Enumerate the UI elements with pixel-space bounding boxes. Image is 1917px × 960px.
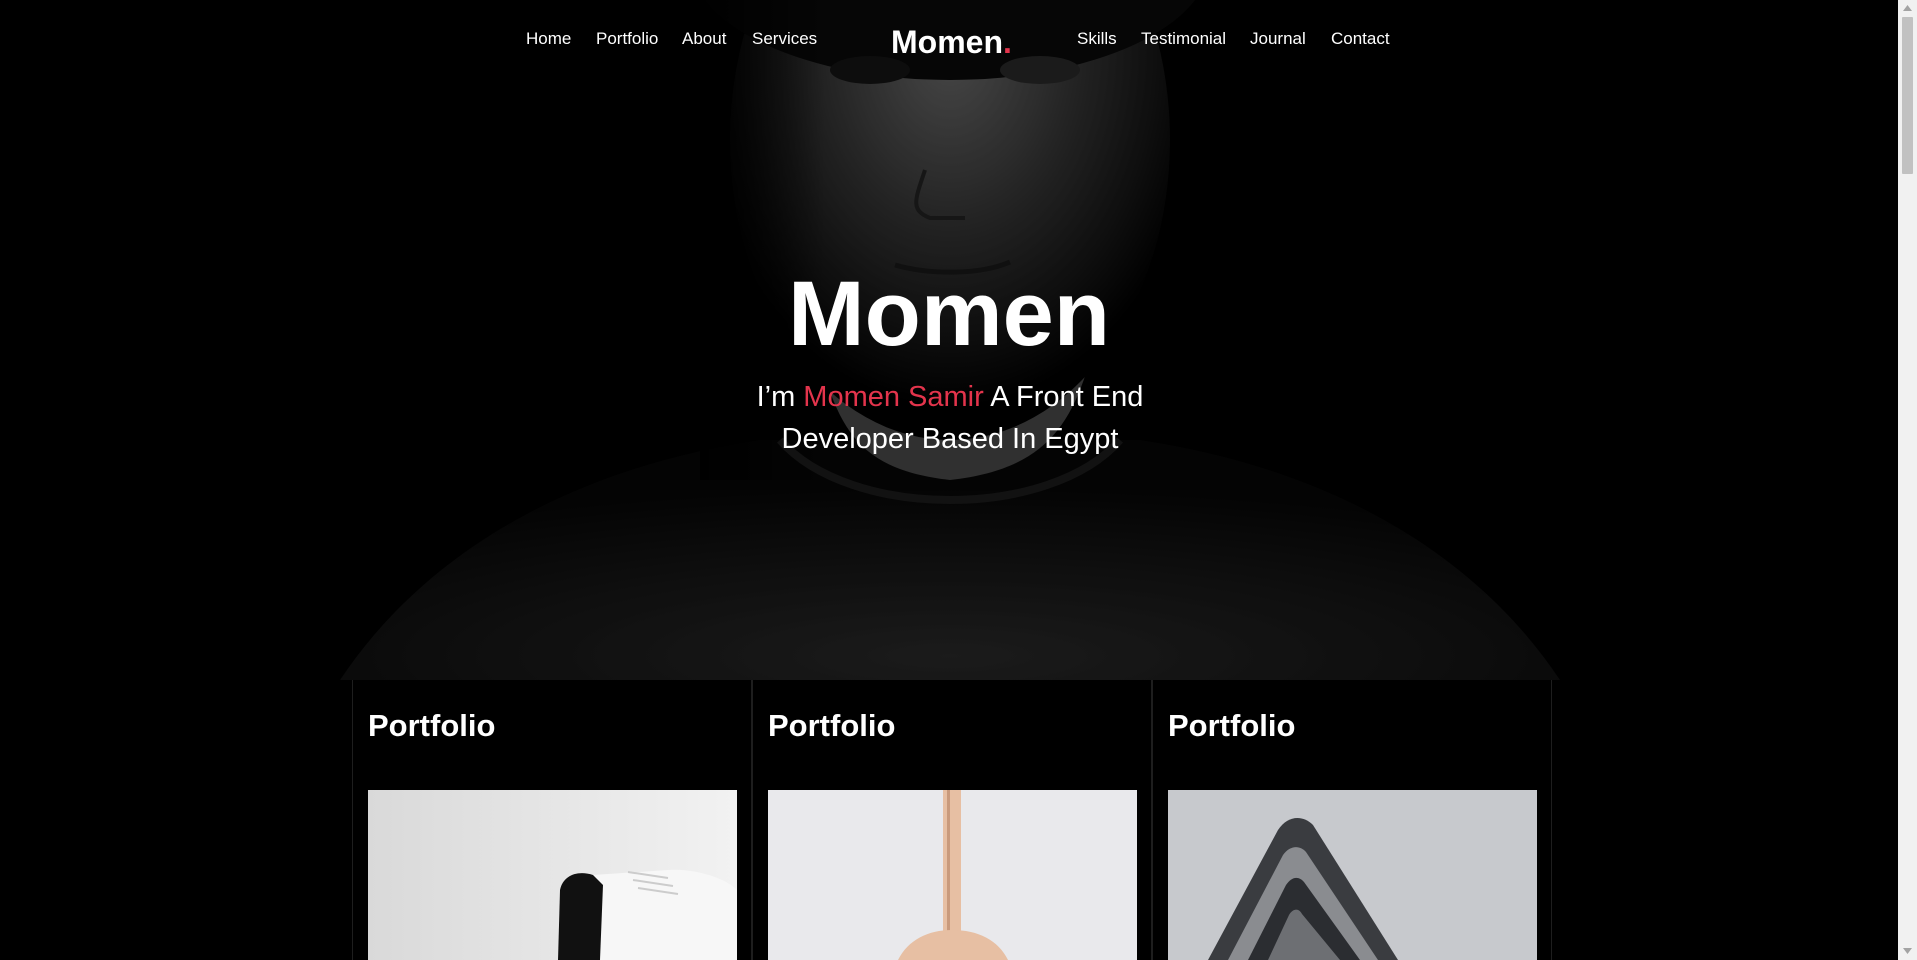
nav-link-about[interactable]: About — [682, 29, 726, 49]
nav-link-portfolio[interactable]: Portfolio — [596, 29, 658, 49]
nav-link-services[interactable]: Services — [752, 29, 817, 49]
nav-link-journal[interactable]: Journal — [1250, 29, 1306, 49]
sneaker-image[interactable] — [368, 790, 737, 960]
subtitle-name-highlight: Momen Samir — [803, 381, 984, 413]
nav-link-contact[interactable]: Contact — [1331, 29, 1390, 49]
hero-subtitle: I’m Momen Samir A Front End Developer Ba… — [740, 376, 1160, 460]
scroll-up-arrow-icon[interactable] — [1898, 0, 1917, 17]
scrollbar-thumb[interactable] — [1902, 17, 1913, 174]
portfolio-card[interactable]: Portfolio — [752, 680, 1152, 960]
card-title: Portfolio — [768, 708, 896, 743]
bag-image[interactable] — [768, 790, 1137, 960]
subtitle-prefix: I’m — [756, 381, 804, 413]
portfolio-card[interactable]: Portfolio — [352, 680, 752, 960]
card-title: Portfolio — [1168, 708, 1296, 743]
nav-link-skills[interactable]: Skills — [1077, 29, 1117, 49]
building-image[interactable] — [1168, 790, 1537, 960]
page-scrollbar[interactable] — [1898, 0, 1917, 960]
main-nav: Home Portfolio About Services Momen. Ski… — [0, 0, 1898, 80]
nav-link-home[interactable]: Home — [526, 29, 571, 49]
portfolio-card[interactable]: Portfolio — [1152, 680, 1552, 960]
site-logo[interactable]: Momen. — [891, 22, 1012, 62]
logo-dot: . — [1003, 24, 1012, 60]
hero-title: Momen — [788, 263, 1110, 365]
card-title: Portfolio — [368, 708, 496, 743]
scroll-down-arrow-icon[interactable] — [1898, 943, 1917, 960]
portfolio-cards: Portfolio Portfolio Portfolio — [352, 680, 1552, 960]
hero-section: Home Portfolio About Services Momen. Ski… — [0, 0, 1898, 680]
logo-text: Momen — [891, 24, 1003, 60]
nav-link-testimonial[interactable]: Testimonial — [1141, 29, 1226, 49]
